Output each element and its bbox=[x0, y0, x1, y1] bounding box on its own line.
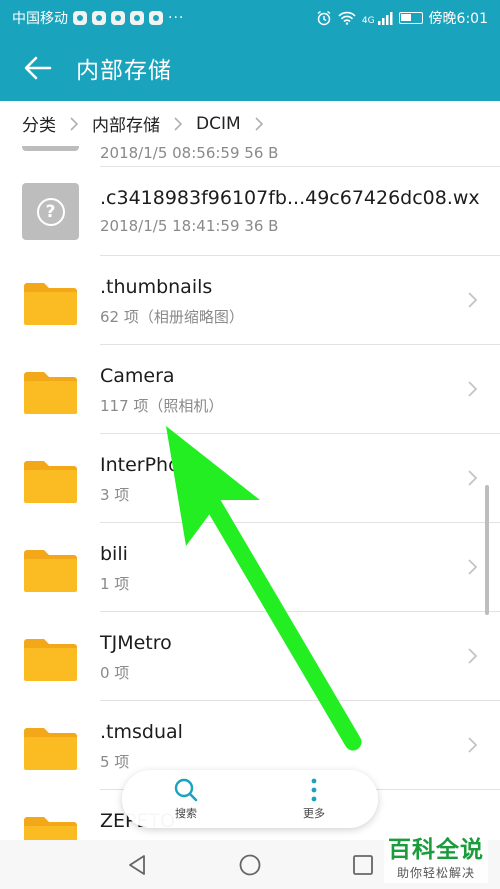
back-arrow-icon bbox=[24, 56, 52, 80]
notification-app-icon bbox=[92, 10, 106, 25]
item-name: .tmsdual bbox=[100, 721, 183, 743]
list-item[interactable]: 2018/1/5 08:56:59 56 B bbox=[0, 146, 500, 167]
breadcrumb-item-internal-storage[interactable]: 内部存储 bbox=[92, 111, 160, 136]
item-meta: 3 项 bbox=[100, 486, 130, 504]
chevron-right-icon bbox=[468, 737, 478, 753]
watermark-subtitle: 助你轻松解决 bbox=[396, 866, 475, 880]
watermark-title: 百科全说 bbox=[388, 837, 484, 863]
folder-icon bbox=[24, 283, 77, 325]
search-icon bbox=[174, 778, 198, 802]
item-name: Camera bbox=[100, 365, 175, 387]
chevron-right-icon bbox=[468, 470, 478, 486]
nav-home-icon[interactable] bbox=[238, 853, 262, 877]
signal-icon bbox=[377, 11, 393, 25]
chevron-right-icon bbox=[468, 648, 478, 664]
search-label: 搜索 bbox=[175, 807, 197, 820]
clock-label: 傍晚6:01 bbox=[428, 10, 488, 27]
chevron-right-icon bbox=[69, 116, 79, 132]
item-name: bili bbox=[100, 543, 128, 565]
chevron-right-icon bbox=[468, 292, 478, 308]
nav-recents-icon[interactable] bbox=[351, 853, 375, 877]
carrier-label: 中国移动 bbox=[12, 10, 68, 27]
folder-icon bbox=[24, 728, 77, 770]
file-list[interactable]: 2018/1/5 08:56:59 56 B ? .c3418983f96107… bbox=[0, 146, 500, 840]
chevron-right-icon bbox=[468, 559, 478, 575]
search-button[interactable]: 搜索 bbox=[173, 777, 199, 821]
floating-action-bar: 搜索 更多 bbox=[122, 770, 378, 828]
breadcrumb: 分类 内部存储 DCIM bbox=[0, 101, 500, 146]
list-item[interactable]: Camera 117 项（照相机） bbox=[0, 345, 500, 434]
nav-back-icon[interactable] bbox=[125, 853, 149, 877]
wifi-icon bbox=[338, 11, 356, 25]
alarm-icon bbox=[317, 10, 331, 25]
item-meta: 2018/1/5 08:56:59 56 B bbox=[100, 146, 279, 162]
breadcrumb-item-dcim[interactable]: DCIM bbox=[196, 114, 241, 134]
notification-app-icon bbox=[130, 10, 144, 25]
battery-icon bbox=[398, 11, 423, 24]
list-item[interactable]: TJMetro 0 项 bbox=[0, 612, 500, 701]
folder-icon bbox=[24, 639, 77, 681]
item-name: .c3418983f96107fb...49c67426dc08.wx bbox=[100, 187, 480, 209]
network-type-label: 4G bbox=[361, 15, 375, 26]
list-item[interactable]: bili 1 项 bbox=[0, 523, 500, 612]
scrollbar[interactable] bbox=[485, 485, 489, 615]
folder-icon bbox=[24, 461, 77, 503]
breadcrumb-item-category[interactable]: 分类 bbox=[22, 111, 56, 136]
chevron-right-icon bbox=[254, 116, 264, 132]
notification-app-icon bbox=[111, 10, 125, 25]
chevron-right-icon bbox=[173, 116, 183, 132]
more-button[interactable]: 更多 bbox=[301, 777, 327, 821]
item-meta: 1 项 bbox=[100, 575, 130, 593]
unknown-file-icon: ? bbox=[22, 183, 79, 240]
item-meta: 0 项 bbox=[100, 664, 130, 682]
item-meta: 117 项（照相机） bbox=[100, 397, 224, 415]
page-title: 内部存储 bbox=[76, 58, 172, 84]
more-notifications-indicator: ··· bbox=[168, 9, 185, 26]
back-button[interactable] bbox=[0, 35, 76, 101]
more-label: 更多 bbox=[303, 807, 325, 820]
chevron-right-icon bbox=[468, 381, 478, 397]
notification-app-icon bbox=[73, 10, 87, 25]
folder-icon bbox=[24, 372, 77, 414]
item-name: .thumbnails bbox=[100, 276, 213, 298]
list-item[interactable]: .thumbnails 62 项（相册缩略图） bbox=[0, 256, 500, 345]
folder-icon bbox=[24, 817, 77, 840]
list-item[interactable]: InterPho 3 项 bbox=[0, 434, 500, 523]
item-meta: 62 项（相册缩略图） bbox=[100, 308, 244, 326]
item-meta: 5 项 bbox=[100, 753, 130, 771]
watermark-logo: 百科全说 助你轻松解决 bbox=[384, 828, 488, 883]
folder-icon bbox=[24, 550, 77, 592]
item-name: InterPho bbox=[100, 454, 180, 476]
notification-app-icon bbox=[149, 10, 163, 25]
list-item[interactable]: ? .c3418983f96107fb...49c67426dc08.wx 20… bbox=[0, 167, 500, 256]
item-meta: 2018/1/5 18:41:59 36 B bbox=[100, 217, 279, 235]
app-bar: 内部存储 bbox=[0, 35, 500, 101]
unknown-file-icon bbox=[22, 146, 79, 151]
status-bar: 中国移动 ··· 4G 傍晚6:01 bbox=[0, 0, 500, 35]
item-name: TJMetro bbox=[100, 632, 172, 654]
more-vertical-icon bbox=[311, 778, 317, 802]
